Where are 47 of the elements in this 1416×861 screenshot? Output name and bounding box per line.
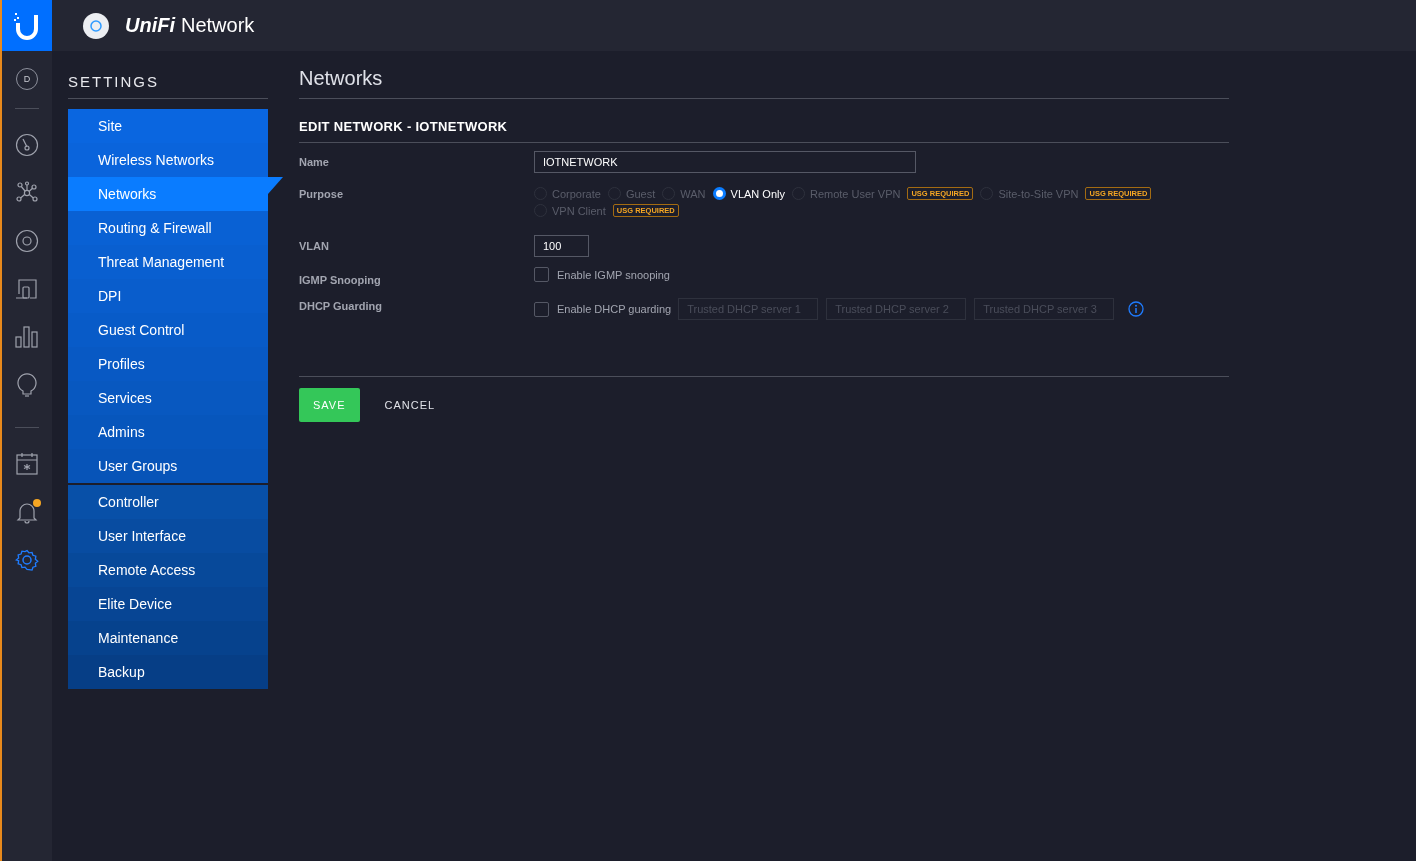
settings-icon[interactable] [15, 548, 39, 572]
settings-menu-item[interactable]: User Groups [68, 449, 268, 483]
settings-menu-item[interactable]: User Interface [68, 519, 268, 553]
settings-heading: SETTINGS [68, 73, 268, 99]
network-nodes-icon[interactable] [15, 181, 39, 205]
cancel-button[interactable]: CANCEL [378, 398, 442, 412]
checkbox[interactable] [534, 267, 549, 282]
checkbox-label[interactable]: Enable IGMP snooping [557, 268, 670, 281]
page-title: Networks [299, 67, 1229, 99]
settings-menu-item[interactable]: Elite Device [68, 587, 268, 621]
field-label: DHCP Guarding [299, 300, 383, 312]
lightbulb-icon[interactable] [15, 373, 39, 397]
bell-icon[interactable] [15, 500, 39, 524]
settings-menu-item[interactable]: Admins [68, 415, 268, 449]
radio-label[interactable]: VLAN Only [730, 187, 785, 200]
settings-menu-item[interactable]: Backup [68, 655, 268, 689]
settings-menu-item[interactable]: Remote Access [68, 553, 268, 587]
info-icon[interactable] [1128, 301, 1145, 317]
settings-menu-item[interactable]: DPI [68, 279, 268, 313]
settings-menu-item[interactable]: Networks [68, 177, 268, 211]
settings-menu-item[interactable]: Site [68, 109, 268, 143]
gauge-icon[interactable] [15, 133, 39, 157]
settings-menu-item[interactable]: Services [68, 381, 268, 415]
bar-chart-icon[interactable] [15, 325, 39, 349]
monitor-phone-icon[interactable] [15, 277, 39, 301]
field-label: Purpose [299, 187, 344, 200]
radio-button[interactable] [712, 187, 726, 200]
ring-icon[interactable] [15, 229, 39, 253]
calendar-icon[interactable] [15, 452, 39, 476]
logo-icon[interactable] [14, 10, 40, 41]
settings-menu-item[interactable]: Maintenance [68, 621, 268, 655]
access-point-icon [82, 11, 110, 40]
settings-menu-item[interactable]: Threat Management [68, 245, 268, 279]
checkbox-label[interactable]: Enable DHCP guarding [557, 303, 672, 315]
settings-menu-item[interactable]: Profiles [68, 347, 268, 381]
settings-menu-item[interactable]: Routing & Firewall [68, 211, 268, 245]
name-input[interactable]: IOTNETWORK [534, 151, 916, 173]
vlan-input[interactable]: 100 [534, 235, 589, 257]
app-title: UniFi Network [125, 14, 255, 37]
field-label: Name [299, 155, 330, 168]
settings-menu-item[interactable]: Wireless Networks [68, 143, 268, 177]
field-label: VLAN [299, 239, 330, 252]
settings-menu-item[interactable]: Controller [68, 485, 268, 519]
form-heading: EDIT NETWORK - IOTNETWORK [299, 119, 1229, 143]
settings-menu-item[interactable]: Guest Control [68, 313, 268, 347]
field-label: IGMP Snooping [299, 273, 382, 286]
checkbox[interactable] [534, 301, 549, 317]
